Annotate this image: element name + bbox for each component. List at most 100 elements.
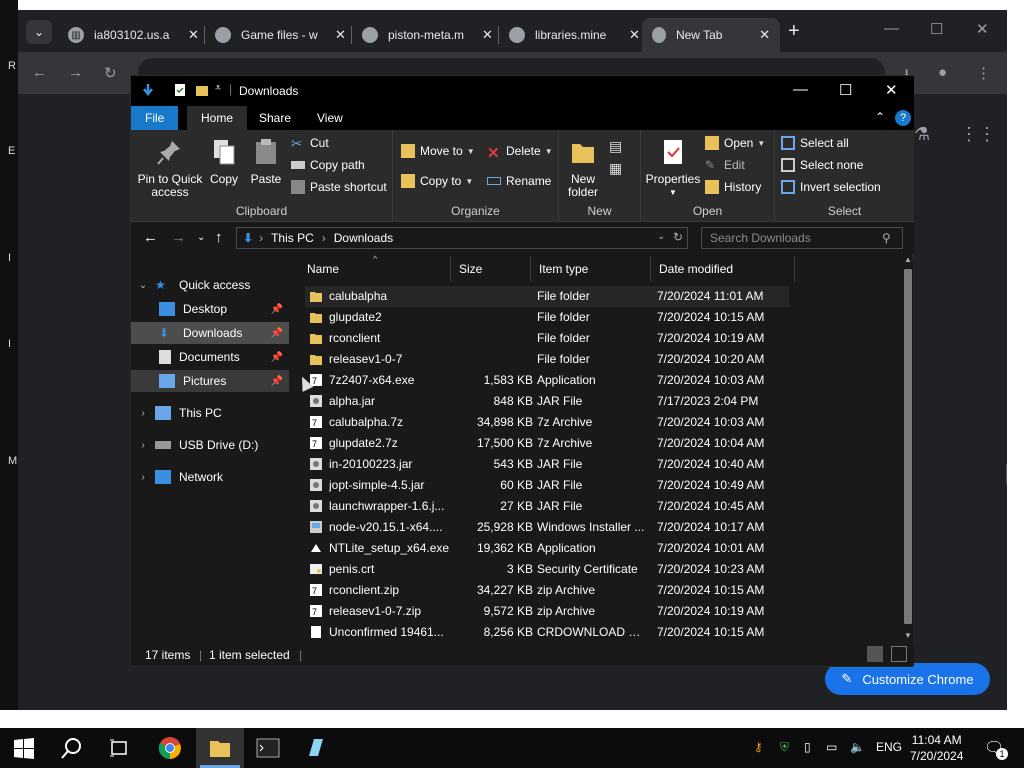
explorer-taskbar-active[interactable]	[196, 728, 244, 768]
forward-icon[interactable]: →	[171, 229, 186, 246]
close-icon[interactable]: ✕	[759, 27, 770, 43]
tab-game-files[interactable]: Game files - w ✕	[205, 18, 356, 52]
tab-home[interactable]: Home	[187, 106, 248, 130]
tab-piston-meta[interactable]: piston-meta.m ✕	[352, 18, 503, 52]
minimize-icon[interactable]: —	[884, 20, 899, 37]
table-row[interactable]: node-v20.15.1-x64.... 25,928 KB Windows In…	[305, 517, 789, 538]
column-date[interactable]: Date modified	[651, 256, 795, 282]
table-row[interactable]: 7 releasev1-0-7.zip 9,572 KB zip Archive 7/2…	[305, 601, 789, 622]
scroll-down-icon[interactable]: ▼	[904, 631, 912, 640]
close-window-icon[interactable]: ✕	[976, 20, 989, 38]
open-button[interactable]: Open ▼	[705, 136, 765, 150]
table-row[interactable]: calubalpha File folder 7/20/2024 11:01 AM	[305, 286, 789, 307]
new-item-icon[interactable]: ▤	[609, 138, 622, 155]
clock[interactable]: 11:04 AM 7/20/2024	[910, 732, 963, 764]
profile-icon[interactable]: ●	[938, 64, 947, 81]
column-name[interactable]: Name ^	[299, 254, 451, 282]
shield-icon[interactable]: ⛨	[780, 740, 789, 755]
labs-icon[interactable]: ⚗	[914, 124, 930, 145]
nav-this-pc[interactable]: › This PC	[131, 402, 289, 424]
nav-documents[interactable]: Documents 📌	[131, 346, 289, 368]
edit-button[interactable]: ✎ Edit	[705, 158, 745, 172]
maximize-icon[interactable]: ☐	[839, 81, 852, 99]
forward-icon[interactable]: →	[68, 64, 83, 81]
folder-icon[interactable]	[195, 83, 209, 97]
tab-libraries[interactable]: libraries.mine ✕	[499, 18, 650, 52]
app-icon[interactable]	[304, 736, 328, 760]
usb-icon[interactable]: ▯	[804, 740, 811, 754]
breadcrumb[interactable]: ⬇ › This PC › Downloads ⌄ ↻	[236, 227, 688, 249]
refresh-icon[interactable]: ↻	[673, 230, 683, 244]
scroll-up-icon[interactable]: ▲	[904, 255, 912, 264]
help-icon[interactable]: ?	[895, 110, 911, 126]
breadcrumb-downloads[interactable]: Downloads	[334, 231, 393, 245]
table-row[interactable]: Unconfirmed 19461... 8,256 KB CRDOWNLOAD F…	[305, 622, 789, 643]
pin-quick-access-button[interactable]: Pin to Quick access	[137, 138, 203, 199]
network-icon[interactable]: ▭	[826, 740, 837, 754]
back-icon[interactable]: ←	[32, 64, 47, 81]
close-icon[interactable]: ✕	[188, 27, 199, 43]
vertical-scrollbar[interactable]: ▲ ▼	[903, 255, 913, 643]
table-row[interactable]: glupdate2 File folder 7/20/2024 10:15 AM	[305, 307, 789, 328]
close-icon[interactable]: ✕	[482, 27, 493, 43]
table-row[interactable]: launchwrapper-1.6.j... 27 KB JAR File 7/20/…	[305, 496, 789, 517]
copy-path-button[interactable]: Copy path	[291, 158, 365, 172]
copy-to-button[interactable]: Copy to ▼	[401, 174, 473, 188]
scrollbar[interactable]	[1006, 464, 1007, 484]
customize-chrome-button[interactable]: ✎ Customize Chrome	[825, 663, 990, 695]
table-row[interactable]: in-20100223.jar 543 KB JAR File 7/20/2024 1…	[305, 454, 789, 475]
tab-new-tab[interactable]: New Tab ✕	[642, 18, 780, 52]
select-all-button[interactable]: Select all	[781, 136, 849, 150]
back-icon[interactable]: ←	[143, 229, 158, 246]
table-row[interactable]: alpha.jar 848 KB JAR File 7/17/2023 2:04 PM	[305, 391, 789, 412]
move-to-button[interactable]: Move to ▼	[401, 144, 475, 158]
copy-button[interactable]: Copy	[205, 138, 243, 186]
windows-start-icon[interactable]	[12, 736, 36, 760]
select-none-button[interactable]: Select none	[781, 158, 863, 172]
nav-quick-access[interactable]: ⌄ ★ Quick access	[131, 274, 289, 296]
tab-search-button[interactable]: ⌄	[26, 20, 52, 44]
rename-button[interactable]: Rename	[487, 174, 551, 188]
cut-button[interactable]: ✂ Cut	[291, 136, 329, 151]
maximize-icon[interactable]: ☐	[930, 20, 943, 38]
reload-icon[interactable]: ↻	[104, 64, 117, 82]
search-icon[interactable]	[60, 736, 84, 760]
menu-icon[interactable]: ⋮	[976, 64, 991, 82]
paste-button[interactable]: Paste	[247, 138, 285, 186]
download-arrow-icon[interactable]	[141, 83, 155, 97]
details-view-icon[interactable]	[867, 646, 883, 662]
table-row[interactable]: NTLite_setup_x64.exe 19,362 KB Application…	[305, 538, 789, 559]
history-button[interactable]: History	[705, 180, 761, 194]
column-type[interactable]: Item type	[531, 256, 651, 282]
breadcrumb-this-pc[interactable]: This PC	[271, 231, 314, 245]
volume-muted-icon[interactable]: 🔈	[850, 740, 865, 754]
task-view-icon[interactable]	[108, 736, 132, 760]
apps-grid-icon[interactable]: ⋮⋮	[960, 124, 996, 145]
key-icon[interactable]: ⚷	[754, 740, 763, 754]
address-dropdown-icon[interactable]: ⌄	[657, 231, 665, 242]
search-input[interactable]: Search Downloads ⚲	[701, 227, 903, 249]
table-row[interactable]: 7 glupdate2.7z 17,500 KB 7z Archive 7/20/202…	[305, 433, 789, 454]
table-row[interactable]: penis.crt 3 KB Security Certificate 7/20/20…	[305, 559, 789, 580]
chrome-icon[interactable]	[158, 736, 182, 760]
language-indicator[interactable]: ENG	[876, 740, 902, 754]
nav-network[interactable]: › Network	[131, 466, 289, 488]
close-icon[interactable]: ✕	[629, 27, 640, 43]
close-icon[interactable]: ✕	[335, 27, 346, 43]
terminal-icon[interactable]	[256, 736, 280, 760]
nav-downloads[interactable]: ⬇ Downloads 📌	[131, 322, 289, 344]
tab-archive[interactable]: ▥ ia803102.us.a ✕	[58, 18, 209, 52]
minimize-icon[interactable]: —	[793, 81, 808, 98]
table-row[interactable]: 7 rconclient.zip 34,227 KB zip Archive 7/20/…	[305, 580, 789, 601]
new-tab-button[interactable]: +	[788, 20, 800, 43]
up-icon[interactable]: ↑	[215, 229, 223, 246]
paste-shortcut-button[interactable]: Paste shortcut	[291, 180, 387, 194]
new-folder-button[interactable]: New folder	[563, 138, 603, 199]
large-icons-view-icon[interactable]	[891, 646, 907, 662]
collapse-ribbon-icon[interactable]: ⌃	[875, 110, 885, 124]
invert-selection-button[interactable]: Invert selection	[781, 180, 881, 194]
scrollbar-thumb[interactable]	[904, 269, 912, 624]
tab-share[interactable]: Share	[245, 106, 305, 130]
properties-button[interactable]: Properties ▼	[645, 138, 701, 199]
tab-view[interactable]: View	[303, 106, 357, 130]
